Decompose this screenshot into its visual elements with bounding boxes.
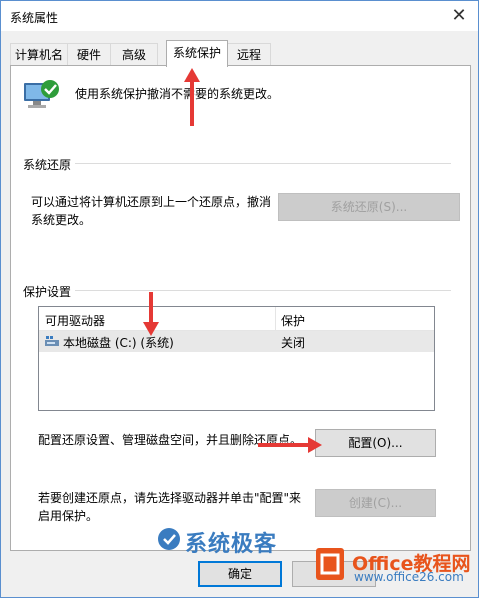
create-button[interactable]: 创建(C)... [315,489,436,517]
close-icon[interactable]: ✕ [448,5,470,27]
restore-description-line: 可以通过将计算机还原到上一个还原点，撤消 [31,195,272,209]
restore-group-label: 系统还原 [23,156,76,173]
tab-advanced[interactable]: 高级 [110,43,158,66]
restore-group-divider [23,163,451,164]
intro-text: 使用系统保护撤消不需要的系统更改。 [75,87,280,101]
restore-description-line: 系统更改。 [31,213,92,227]
annotation-arrow-right [258,437,322,453]
create-description: 若要创建还原点，请先选择驱动器并单击"配置"来 启用保护。 [38,489,301,525]
ok-button[interactable]: 确定 [198,561,282,587]
restore-description: 可以通过将计算机还原到上一个还原点，撤消 系统更改。 [31,193,271,229]
column-divider[interactable] [275,307,276,330]
tab-system-protection[interactable]: 系统保护 [166,40,228,67]
tab-remote[interactable]: 远程 [227,43,271,66]
column-header-protection[interactable]: 保护 [281,312,305,329]
brand-watermark: 系统极客 [185,532,278,557]
office-site-url: www.office26.com [354,570,464,584]
annotation-arrow-up [184,68,200,126]
table-row[interactable]: 本地磁盘 (C:) (系统) 关闭 [39,331,434,352]
create-description-line: 启用保护。 [38,509,99,523]
column-header-drive[interactable]: 可用驱动器 [45,312,105,329]
drive-icon [45,336,59,347]
system-properties-window: 系统属性 ✕ 计算机名 硬件 高级 系统保护 远程 使用系统保护撤消不需要的系统… [0,0,479,598]
drive-name: 本地磁盘 (C:) (系统) [63,336,174,350]
system-restore-button[interactable]: 系统还原(S)... [278,193,460,221]
title-bar[interactable]: 系统属性 ✕ [1,1,478,31]
window-title: 系统属性 [10,11,59,25]
create-description-line: 若要创建还原点，请先选择驱动器并单击"配置"来 [38,491,302,505]
drive-list[interactable]: 可用驱动器 保护 本地磁盘 (C:) (系统) 关闭 [38,306,435,411]
configure-button[interactable]: 配置(O)... [315,429,436,457]
protection-group-divider [23,290,451,291]
drive-protection-status: 关闭 [281,336,306,350]
office-logo-icon [316,548,344,580]
brand-logo-icon [157,527,181,551]
tab-computer-name[interactable]: 计算机名 [10,43,68,66]
protection-group-label: 保护设置 [23,283,76,300]
annotation-arrow-down [143,292,159,336]
tab-hardware[interactable]: 硬件 [67,43,111,66]
list-header: 可用驱动器 保护 [39,307,434,331]
system-computer-icon [22,77,62,113]
